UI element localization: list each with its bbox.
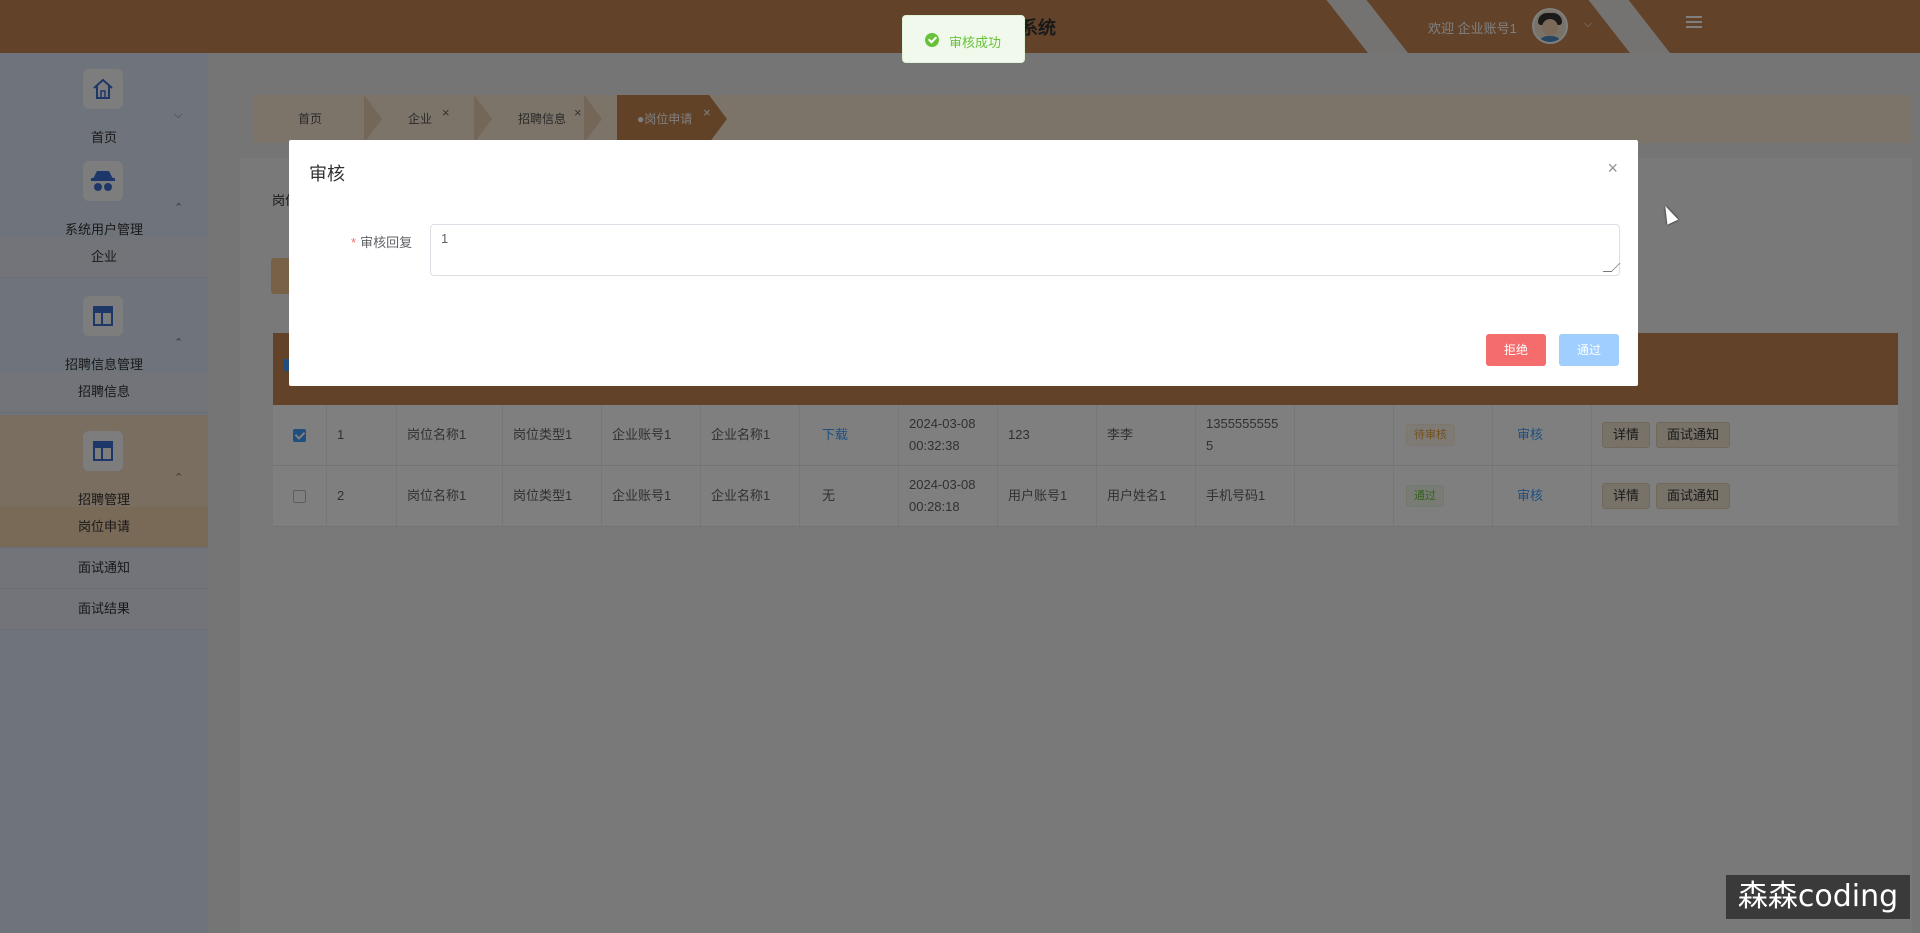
required-mark: * (351, 235, 357, 250)
dialog-title: 审核 (309, 164, 345, 184)
audit-dialog: 审核 × * 审核回复 1 拒绝 通过 (289, 140, 1638, 386)
success-toast: 审核成功 (902, 15, 1025, 63)
resize-handle-icon[interactable] (1602, 263, 1621, 272)
watermark: 森森coding (1726, 875, 1910, 919)
field-label: * 审核回复 (351, 235, 413, 250)
check-circle-icon (925, 33, 939, 47)
pass-button[interactable]: 通过 (1559, 334, 1619, 366)
close-icon[interactable]: × (1607, 158, 1618, 179)
audit-reply-textarea[interactable]: 1 (430, 224, 1621, 276)
reject-button[interactable]: 拒绝 (1486, 334, 1546, 366)
toast-message: 审核成功 (949, 35, 1002, 50)
